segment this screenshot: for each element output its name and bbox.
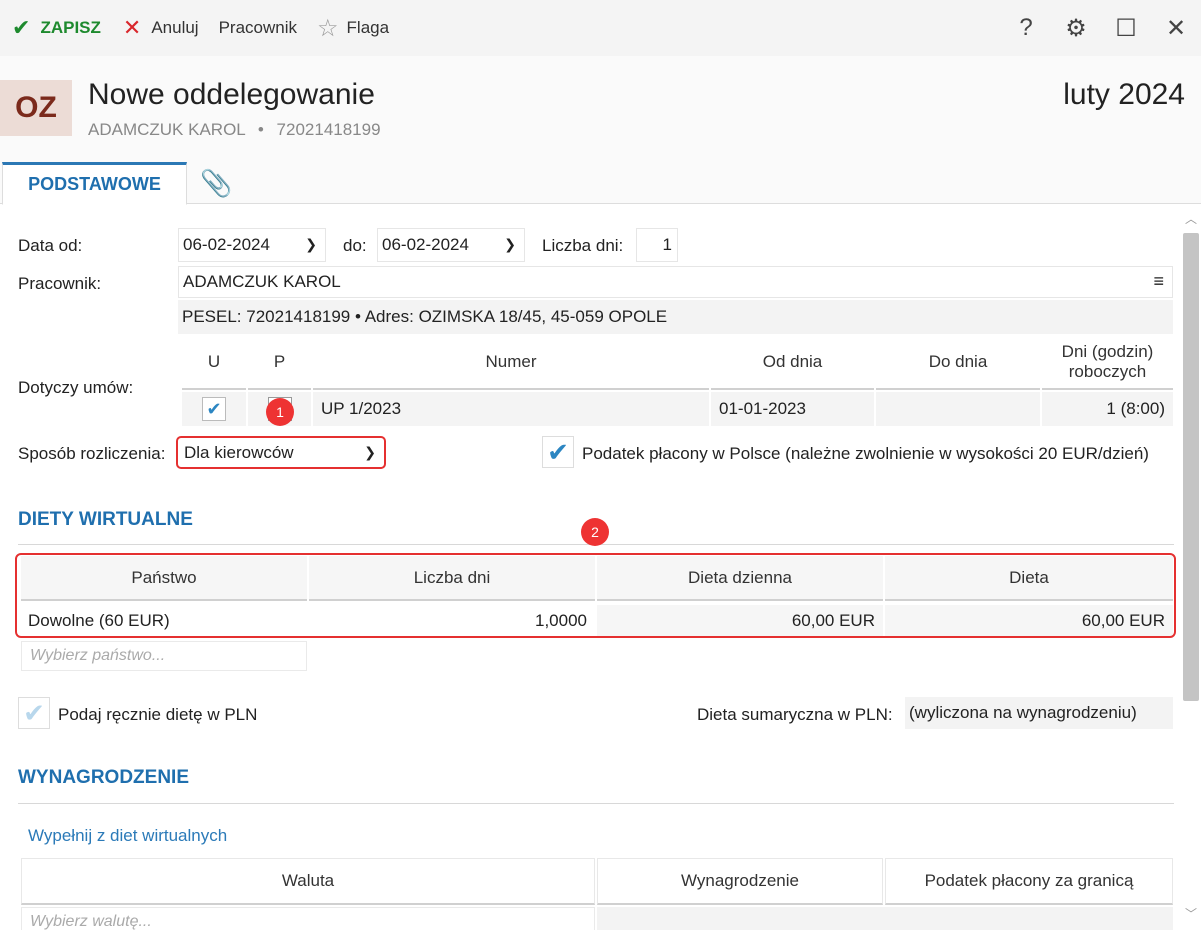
salary-header-currency[interactable]: Waluta [21, 858, 595, 905]
menu-icon[interactable]: ≡ [1153, 271, 1164, 292]
page-subtitle: ADAMCZUK KAROL • 72021418199 [88, 120, 381, 140]
country-select-input[interactable]: Wybierz państwo... [21, 641, 307, 671]
flag-label: Flaga [346, 18, 390, 37]
tab-basic[interactable]: PODSTAWOWE [2, 162, 187, 205]
document-header: OZ Nowe oddelegowanie ADAMCZUK KAROL • 7… [0, 56, 1201, 162]
settlement-select[interactable]: Dla kierowców ❯ [176, 436, 386, 469]
employee-button[interactable]: Pracownik [219, 0, 297, 56]
employee-field-label: Pracownik: [18, 274, 102, 293]
close-icon[interactable]: ✕ [1151, 14, 1201, 43]
days-value: 1 [662, 235, 672, 254]
star-icon: ☆ [317, 14, 339, 42]
salary-header-amount[interactable]: Wynagrodzenie [597, 858, 883, 905]
date-from-field[interactable]: 06-02-2024 ❯ [178, 228, 326, 262]
fill-from-diets-link[interactable]: Wypełnij z diet wirtualnych [28, 826, 227, 846]
tax-poland-checkbox[interactable]: ✔ [542, 436, 574, 468]
scroll-down-arrow[interactable]: ﹀ [1185, 905, 1197, 922]
contract-from-cell: 01-01-2023 [711, 392, 874, 426]
employee-field-value: ADAMCZUK KAROL [183, 272, 341, 291]
settlement-value: Dla kierowców [184, 442, 294, 462]
subtitle-separator: • [257, 120, 264, 139]
section-divider [18, 803, 1174, 804]
date-from-label: Data od: [18, 236, 83, 255]
chevron-down-icon: ❯ [504, 236, 516, 252]
annotation-highlight-box [15, 553, 1176, 638]
page-title: Nowe oddelegowanie [88, 78, 375, 111]
contracts-header-p[interactable]: P [248, 335, 311, 390]
salary-section-title: WYNAGRODZENIE [18, 767, 189, 788]
contract-u-cell: ✔ [182, 392, 246, 426]
tab-bar: PODSTAWOWE 📎 [0, 162, 1201, 205]
contract-to-cell [876, 392, 1040, 426]
contract-u-checkbox[interactable]: ✔ [202, 397, 226, 421]
contracts-label: Dotyczy umów: [18, 378, 134, 397]
currency-select-input[interactable]: Wybierz walutę... [21, 907, 595, 930]
help-button[interactable]: ? [1001, 14, 1051, 42]
scrollbar-thumb[interactable] [1183, 233, 1199, 701]
checkmark-icon: ✔ [12, 15, 31, 40]
avatar: OZ [0, 80, 72, 136]
employee-field[interactable]: ADAMCZUK KAROL ≡ [178, 266, 1173, 298]
diets-section-title: DIETY WIRTUALNE [18, 509, 193, 530]
date-to-label: do: [343, 236, 367, 255]
contract-number-cell: UP 1/2023 [313, 392, 709, 426]
close-x-icon: ✕ [122, 15, 142, 40]
annotation-badge-2: 2 [581, 518, 609, 546]
contracts-header-from[interactable]: Od dnia [711, 335, 874, 390]
contracts-header-u[interactable]: U [182, 335, 246, 390]
contracts-header-number[interactable]: Numer [313, 335, 709, 390]
maximize-icon[interactable]: ☐ [1101, 14, 1151, 43]
employee-details: PESEL: 72021418199 • Adres: OZIMSKA 18/4… [178, 300, 1173, 334]
tax-poland-label: Podatek płacony w Polsce (należne zwolni… [582, 444, 1149, 463]
scroll-up-arrow[interactable]: ︿ [1185, 210, 1197, 227]
contracts-header-workdays[interactable]: Dni (godzin) roboczych [1042, 335, 1173, 390]
salary-header-foreign-tax[interactable]: Podatek płacony za granicą [885, 858, 1173, 905]
flag-button[interactable]: ☆ Flaga [317, 0, 389, 56]
employee-pesel: 72021418199 [276, 120, 381, 139]
days-label: Liczba dni: [542, 236, 624, 255]
pesel-address-line: PESEL: 72021418199 • Adres: OZIMSKA 18/4… [182, 307, 668, 326]
paperclip-icon[interactable]: 📎 [200, 168, 232, 199]
gear-icon[interactable]: ⚙ [1051, 14, 1101, 43]
annotation-badge-1: 1 [266, 398, 294, 426]
settlement-label: Sposób rozliczenia: [18, 444, 166, 463]
contract-workdays-cell: 1 (8:00) [1042, 392, 1173, 426]
days-field[interactable]: 1 [636, 228, 678, 262]
save-label: ZAPISZ [40, 18, 101, 37]
date-to-field[interactable]: 06-02-2024 ❯ [377, 228, 525, 262]
chevron-down-icon: ❯ [305, 236, 317, 252]
manual-diet-checkbox[interactable]: ✔ [18, 697, 50, 729]
period-label: luty 2024 [1063, 78, 1185, 111]
diet-summary-value: (wyliczona na wynagrodzeniu) [905, 697, 1173, 729]
employee-name: ADAMCZUK KAROL [88, 120, 246, 139]
manual-diet-label: Podaj ręcznie dietę w PLN [58, 705, 258, 724]
cancel-label: Anuluj [151, 18, 199, 37]
salary-row-background [597, 907, 1173, 930]
toolbar: ✔ ZAPISZ ✕ Anuluj Pracownik ☆ Flaga ? ⚙ … [0, 0, 1201, 56]
cancel-button[interactable]: ✕ Anuluj [123, 0, 199, 56]
employee-label: Pracownik [218, 18, 298, 37]
date-to-value: 06-02-2024 [382, 235, 469, 254]
date-from-value: 06-02-2024 [183, 235, 270, 254]
contracts-header-to[interactable]: Do dnia [876, 335, 1040, 390]
save-button[interactable]: ✔ ZAPISZ [12, 0, 101, 56]
chevron-down-icon: ❯ [364, 444, 376, 460]
diet-summary-label: Dieta sumaryczna w PLN: [697, 705, 893, 724]
